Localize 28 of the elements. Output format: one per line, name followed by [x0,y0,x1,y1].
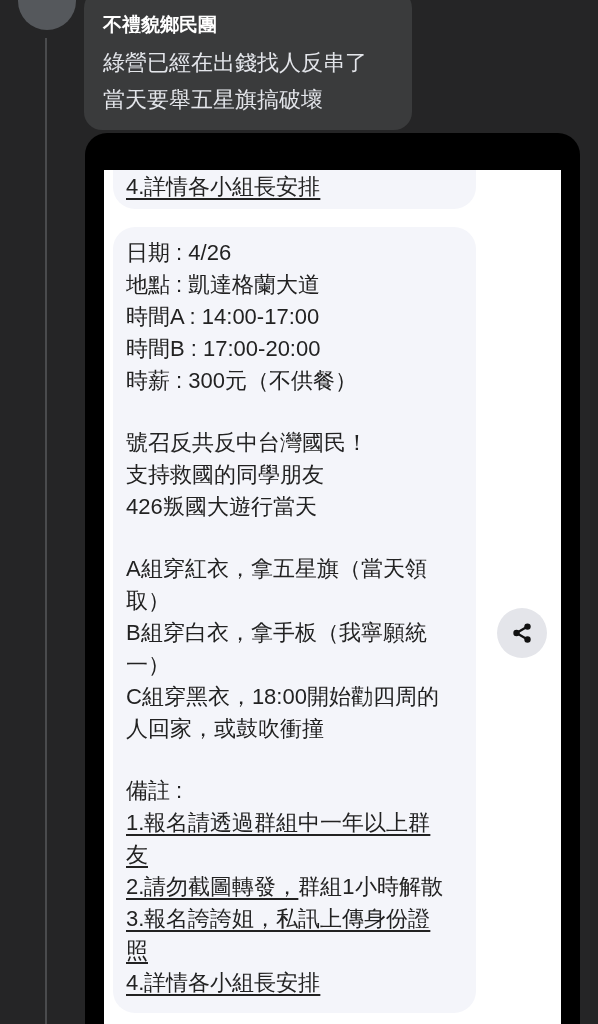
message-text: B組穿白衣，拿手板（我寧願統 [126,620,427,645]
message-text: 時間A : 14:00-17:00 [126,304,320,329]
underlined-text: 3.報名誇誇姐，私訊上傳身份證 [126,906,431,931]
message-text: 備註 : [126,778,183,803]
underlined-text: 照 [126,938,148,963]
message-text: 時薪 : 300元（不供餐） [126,368,358,393]
message-text: 地點 : 凱達格蘭大道 [126,272,321,297]
attached-screenshot[interactable] [85,133,580,1024]
comment-text: 當天要舉五星旗搞破壞 [103,86,324,114]
message-text: 日期 : 4/26 [126,240,232,265]
underlined-text: 1.報名請透過群組中一年以上群 [126,810,431,835]
underlined-text: 4.詳情各小組長安排 [126,970,321,995]
message-text: C組穿黑衣，18:00開始勸四周的 [126,684,439,709]
message-text: 取） [126,588,170,613]
message-text: 支持救國的同學朋友 [126,462,324,487]
message-text: 一） [126,652,170,677]
message-text: 號召反共反中台灣國民！ [126,430,368,455]
message-text: A組穿紅衣，拿五星旗（當天領 [126,556,427,581]
share-icon [511,622,533,644]
underlined-text: 2.請勿截圖轉發， [126,874,299,899]
message-text: 426叛國大遊行當天 [126,494,317,519]
author-name[interactable]: 不禮貌鄉民團 [103,12,393,38]
comment-text: 綠營已經在出錢找人反串了 [103,49,368,77]
underlined-text: 4.詳情各小組長安排 [126,174,321,199]
message-text: 人回家，或鼓吹衝撞 [126,716,324,741]
message-text: 群組1小時解散 [298,874,443,899]
underlined-text: 友 [126,842,148,867]
message-text: 時間B : 17:00-20:00 [126,336,321,361]
